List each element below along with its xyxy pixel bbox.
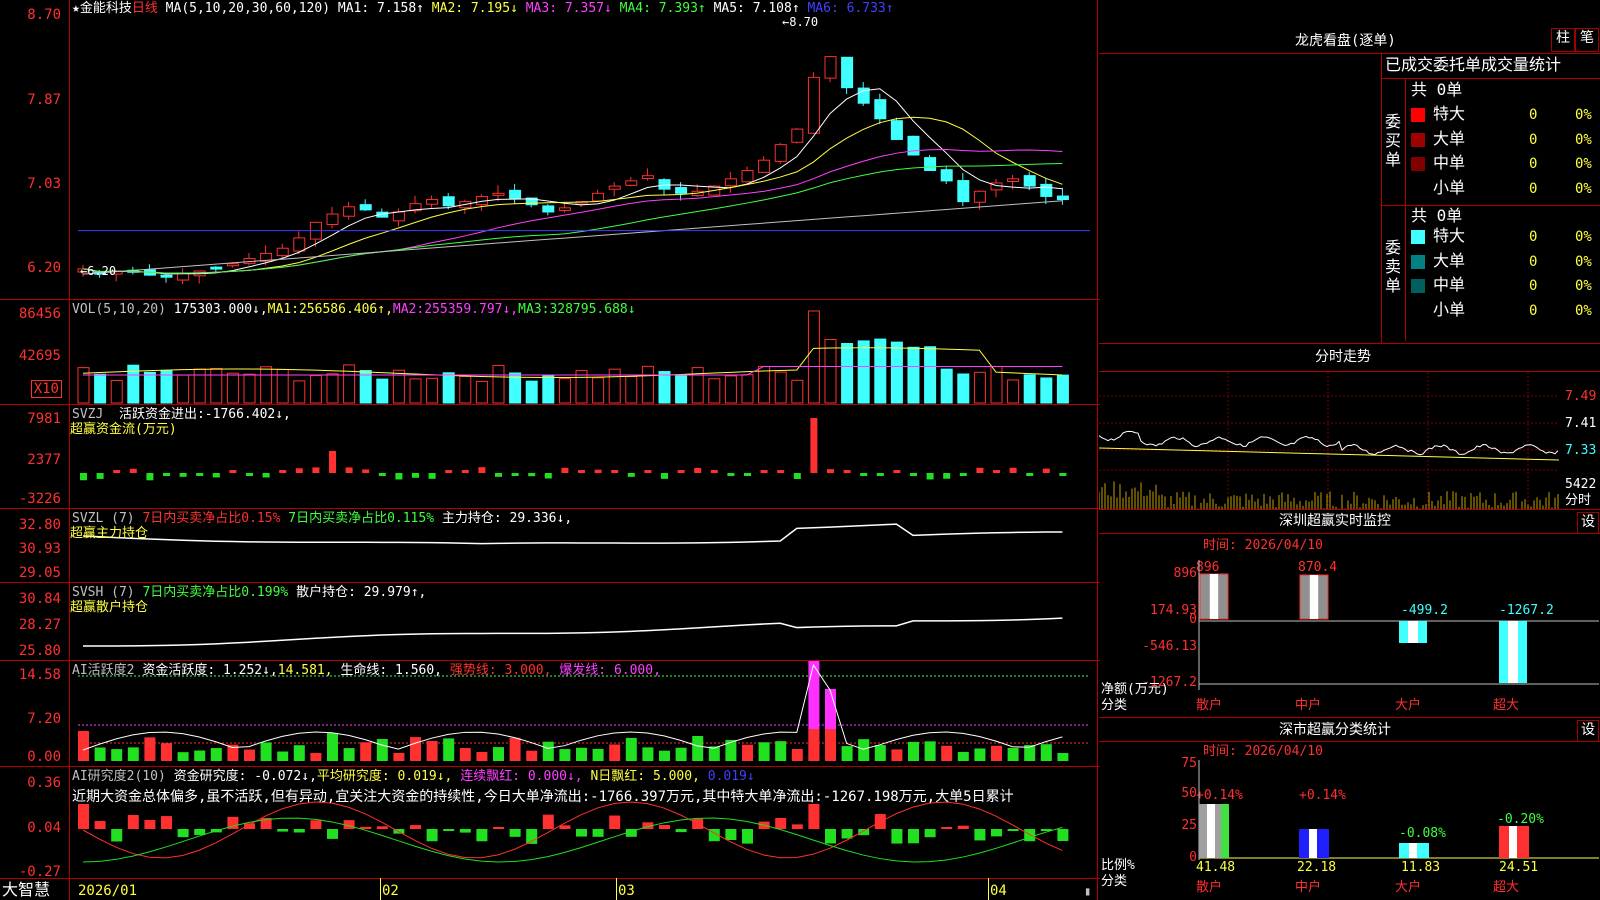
svsh-header: SVSH (7) 7日内买卖净占比0.199% 散户持仓: 29.979↑,: [72, 585, 426, 601]
svzj-active-flow: 活跃资金进出:-1766.402↓,: [118, 407, 291, 422]
volume-header: VOL(5,10,20) 175303.000↓,MA1:256586.406↑…: [72, 302, 636, 317]
period-label[interactable]: 日线: [132, 1, 158, 16]
x-label-apr: 04: [990, 883, 1007, 899]
svzj-label: SVZJ: [72, 407, 104, 422]
vol-ma3: 328795.688↓: [549, 302, 636, 317]
brand-label: 大智慧: [2, 880, 51, 899]
right-panel: 龙虎看盘(逐单) 柱 笔 已成交委托单成交量统计 委买单 共 0单 特大 0 0% 大…: [1099, 0, 1600, 900]
svzl-subtitle: 超赢主力持仓: [70, 526, 149, 541]
ma-value-3: MA3: 7.357↓: [525, 1, 620, 16]
ma-values: MA1: 7.158↑ MA2: 7.195↓ MA3: 7.357↓ MA4:…: [338, 1, 894, 16]
vol-value: 175303.000↓,: [173, 302, 268, 317]
ma-value-5: MA5: 7.108↑: [713, 1, 808, 16]
ai-lianxu: 连续飘红: 0.000↓,: [460, 769, 583, 784]
ma-value-1: MA1: 7.158↑: [337, 1, 432, 16]
ai-fund-research: 资金研究度: -0.072↓,: [173, 769, 317, 784]
svzj-header: SVZJ 活跃资金进出:-1766.402↓,: [72, 407, 291, 423]
ma-value-6: MA6: 6.733↑: [807, 1, 894, 16]
svzl-text2: 7日内买卖净占比0.115%: [288, 511, 435, 526]
lock-icon[interactable]: ▮: [1084, 884, 1091, 898]
x-label-mar: 03: [618, 883, 635, 899]
ai-nday: N日飘红: 5.000,: [590, 769, 700, 784]
svzl-holding: 主力持仓: 29.336↓,: [441, 511, 573, 526]
ai-fund-active: 资金活跃度: 1.252↓,: [142, 663, 278, 678]
ai-life-line: 生命线: 1.560,: [340, 663, 443, 678]
ai-avg-research: 平均研究度: 0.019↓,: [316, 769, 453, 784]
svsh-label: SVSH (7): [72, 585, 135, 600]
low-price-value: 6.20: [87, 264, 117, 278]
ai-strong-line: 强势线: 3.000,: [449, 663, 552, 678]
low-price-label: ←6.20: [80, 264, 117, 278]
svzj-subtitle: 超赢资金流(万元): [70, 422, 177, 437]
ai-research-header: AI研究度2(10) 资金研究度: -0.072↓,平均研究度: 0.019↓,…: [72, 769, 755, 785]
ai-active-v2: 14.581,: [277, 663, 333, 678]
ma-params: MA(5,10,20,30,60,120): [165, 1, 331, 16]
ai-last: 0.019↓: [707, 769, 755, 784]
ai-research-comment: 近期大资金总体偏多,虽不活跃,但有异动,宜关注大资金的持续性,今日大单净流出:-…: [72, 789, 1014, 805]
main-chart-area[interactable]: 8.70 7.87 7.03 6.20 86456 42695 X10 7981…: [0, 0, 1100, 900]
vol-params: VOL(5,10,20): [72, 302, 166, 317]
high-price-label: ←8.70: [782, 15, 819, 29]
stock-title[interactable]: ★金能科技: [72, 1, 132, 16]
svsh-subtitle: 超赢散户持仓: [70, 600, 149, 615]
right-panel-charts: [1099, 372, 1599, 860]
ai-research-label: AI研究度2(10): [72, 769, 166, 784]
ai-active-label: AI活跃度2: [72, 663, 135, 678]
main-chart-header: ★金能科技日线 MA(5,10,20,30,60,120) MA1: 7.158…: [72, 1, 894, 17]
x-label-jan: 2026/01: [78, 883, 138, 899]
svzl-header: SVZL (7) 7日内买卖净占比0.15% 7日内买卖净占比0.115% 主力…: [72, 511, 572, 527]
high-price-value: 8.70: [789, 15, 819, 29]
ai-active-header: AI活跃度2 资金活跃度: 1.252↓,14.581, 生命线: 1.560,…: [72, 663, 661, 679]
vol-ma1: 256586.406↑,: [298, 302, 393, 317]
svsh-text1: 7日内买卖净占比0.199%: [142, 585, 289, 600]
ma-value-2: MA2: 7.195↓: [431, 1, 526, 16]
svzl-text1: 7日内买卖净占比0.15%: [142, 511, 281, 526]
svzl-label: SVZL (7): [72, 511, 135, 526]
indicator-charts: [77, 55, 1090, 863]
ma-value-4: MA4: 7.393↑: [619, 1, 714, 16]
svsh-holding: 散户持仓: 29.979↑,: [296, 585, 427, 600]
x-label-feb: 02: [382, 883, 399, 899]
ai-burst-line: 爆发线: 6.000,: [559, 663, 661, 678]
vol-ma2: 255359.797↓,: [424, 302, 519, 317]
